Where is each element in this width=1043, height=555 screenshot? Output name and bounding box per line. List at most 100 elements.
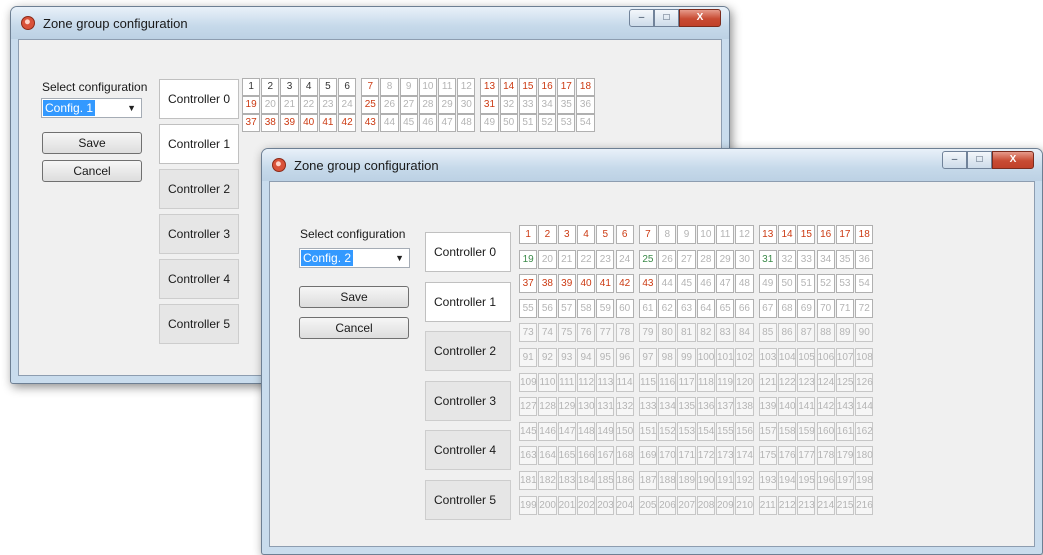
zone-cell[interactable]: 29 [716,249,735,269]
zone-cell[interactable]: 86 [777,323,797,343]
zone-cell[interactable]: 103 [758,348,777,367]
zone-cell[interactable]: 208 [696,495,715,515]
zone-cell[interactable]: 25 [361,96,380,114]
configuration-select[interactable]: Config. 1 ▼ [41,98,142,118]
zone-cell[interactable]: 192 [735,471,754,490]
zone-cell[interactable]: 74 [538,323,557,343]
zone-cell[interactable]: 63 [677,298,696,318]
zone-cell[interactable]: 117 [677,372,696,392]
zone-cell[interactable]: 33 [518,96,537,114]
zone-cell[interactable]: 19 [242,96,261,114]
zone-cell[interactable]: 91 [519,348,538,367]
zone-cell[interactable]: 85 [758,323,777,343]
zone-cell[interactable]: 207 [677,495,696,515]
zone-cell[interactable]: 161 [835,421,855,441]
zone-cell[interactable]: 30 [735,249,754,269]
zone-cell[interactable]: 12 [735,225,754,244]
zone-cell[interactable]: 18 [576,78,595,96]
zone-cell[interactable]: 94 [576,348,596,367]
front-window-titlebar[interactable]: Zone group configuration – □ X [262,149,1042,181]
zone-cell[interactable]: 88 [816,323,835,343]
zone-cell[interactable]: 166 [576,446,596,466]
zone-cell[interactable]: 174 [735,446,754,466]
zone-cell[interactable]: 23 [596,249,615,269]
controller-2-tab[interactable]: Controller 2 [425,331,511,371]
zone-cell[interactable]: 176 [777,446,797,466]
zone-cell[interactable]: 131 [596,397,615,417]
close-button[interactable]: X [992,151,1034,169]
controller-0-tab[interactable]: Controller 0 [425,232,511,272]
zone-cell[interactable]: 40 [299,114,318,132]
zone-cell[interactable]: 39 [280,114,299,132]
zone-cell[interactable]: 22 [299,96,318,114]
zone-cell[interactable]: 102 [735,348,754,367]
zone-cell[interactable]: 89 [835,323,855,343]
zone-cell[interactable]: 155 [716,421,735,441]
zone-cell[interactable]: 139 [758,397,777,417]
zone-cell[interactable]: 170 [658,446,677,466]
controller-4-tab[interactable]: Controller 4 [159,259,239,299]
zone-cell[interactable]: 180 [855,446,874,466]
zone-cell[interactable]: 137 [716,397,735,417]
zone-cell[interactable]: 52 [538,114,557,132]
zone-cell[interactable]: 145 [519,421,538,441]
zone-cell[interactable]: 32 [499,96,518,114]
zone-cell[interactable]: 43 [361,114,380,132]
minimize-button[interactable]: – [629,9,654,27]
zone-cell[interactable]: 1 [242,78,261,96]
zone-cell[interactable]: 133 [638,397,658,417]
zone-cell[interactable]: 205 [638,495,658,515]
back-window-titlebar[interactable]: Zone group configuration – □ X [11,7,729,39]
zone-cell[interactable]: 53 [557,114,576,132]
zone-cell[interactable]: 41 [596,274,615,294]
zone-cell[interactable]: 152 [658,421,677,441]
zone-cell[interactable]: 34 [816,249,835,269]
zone-cell[interactable]: 197 [835,471,855,490]
zone-cell[interactable]: 75 [557,323,576,343]
zone-cell[interactable]: 26 [658,249,677,269]
zone-cell[interactable]: 211 [758,495,777,515]
zone-cell[interactable]: 69 [797,298,816,318]
zone-cell[interactable]: 97 [638,348,658,367]
zone-cell[interactable]: 4 [299,78,318,96]
zone-cell[interactable]: 96 [615,348,634,367]
zone-cell[interactable]: 44 [658,274,677,294]
zone-cell[interactable]: 6 [615,225,634,244]
controller-5-tab[interactable]: Controller 5 [159,304,239,344]
controller-1-tab[interactable]: Controller 1 [159,124,239,164]
zone-cell[interactable]: 42 [615,274,634,294]
zone-cell[interactable]: 8 [380,78,399,96]
zone-cell[interactable]: 1 [519,225,538,244]
zone-cell[interactable]: 100 [696,348,715,367]
zone-cell[interactable]: 112 [576,372,596,392]
zone-cell[interactable]: 147 [557,421,576,441]
cancel-button[interactable]: Cancel [42,160,142,182]
zone-cell[interactable]: 53 [835,274,855,294]
zone-cell[interactable]: 50 [777,274,797,294]
zone-cell[interactable]: 209 [716,495,735,515]
zone-cell[interactable]: 111 [557,372,576,392]
zone-cell[interactable]: 67 [758,298,777,318]
zone-cell[interactable]: 110 [538,372,557,392]
zone-cell[interactable]: 3 [280,78,299,96]
zone-cell[interactable]: 54 [855,274,874,294]
zone-cell[interactable]: 7 [638,225,658,244]
zone-cell[interactable]: 195 [797,471,816,490]
zone-cell[interactable]: 92 [538,348,557,367]
zone-cell[interactable]: 216 [855,495,874,515]
zone-cell[interactable]: 127 [519,397,538,417]
zone-cell[interactable]: 146 [538,421,557,441]
zone-cell[interactable]: 24 [338,96,357,114]
zone-cell[interactable]: 188 [658,471,677,490]
zone-cell[interactable]: 107 [835,348,855,367]
zone-cell[interactable]: 19 [519,249,538,269]
zone-cell[interactable]: 26 [380,96,399,114]
zone-cell[interactable]: 81 [677,323,696,343]
zone-cell[interactable]: 21 [557,249,576,269]
zone-cell[interactable]: 33 [797,249,816,269]
zone-cell[interactable]: 76 [576,323,596,343]
zone-cell[interactable]: 47 [438,114,457,132]
zone-cell[interactable]: 64 [696,298,715,318]
zone-cell[interactable]: 40 [576,274,596,294]
zone-cell[interactable]: 8 [658,225,677,244]
